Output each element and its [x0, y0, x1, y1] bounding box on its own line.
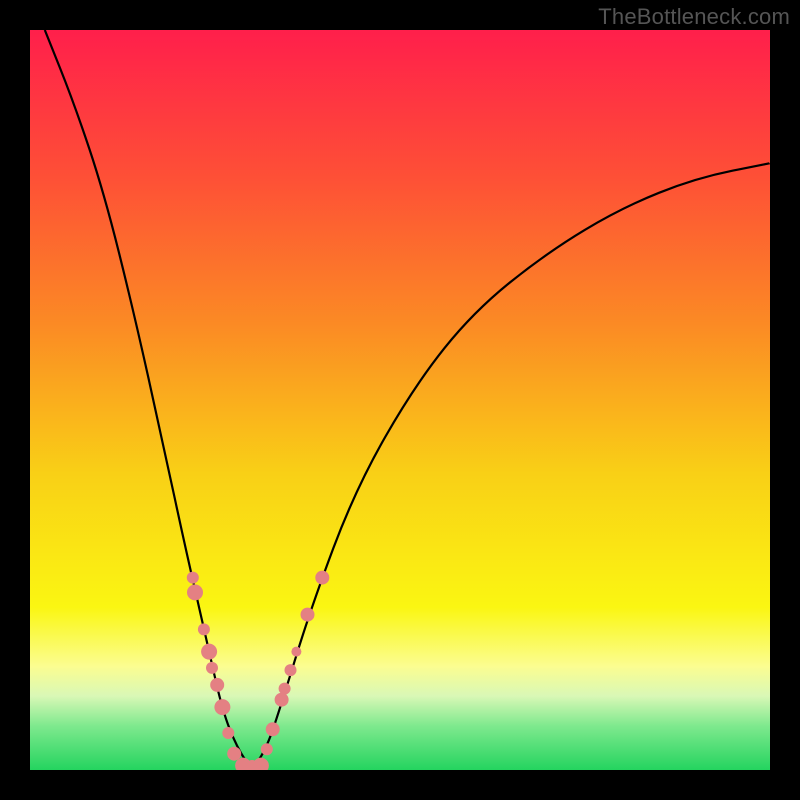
data-point — [315, 571, 329, 585]
data-point — [187, 584, 203, 600]
data-point — [275, 693, 289, 707]
data-point — [222, 727, 234, 739]
data-point — [214, 699, 230, 715]
data-point — [301, 608, 315, 622]
watermark-text: TheBottleneck.com — [598, 4, 790, 30]
data-point — [266, 722, 280, 736]
data-point — [291, 647, 301, 657]
data-point — [253, 758, 269, 770]
data-point — [227, 747, 241, 761]
data-point — [198, 623, 210, 635]
plot-area — [30, 30, 770, 770]
data-point — [261, 743, 273, 755]
chart-frame: TheBottleneck.com — [0, 0, 800, 800]
data-point — [206, 662, 218, 674]
data-point — [279, 683, 291, 695]
data-point — [201, 644, 217, 660]
data-point — [285, 664, 297, 676]
bottleneck-curve — [30, 30, 770, 770]
data-point — [187, 572, 199, 584]
data-point — [210, 678, 224, 692]
